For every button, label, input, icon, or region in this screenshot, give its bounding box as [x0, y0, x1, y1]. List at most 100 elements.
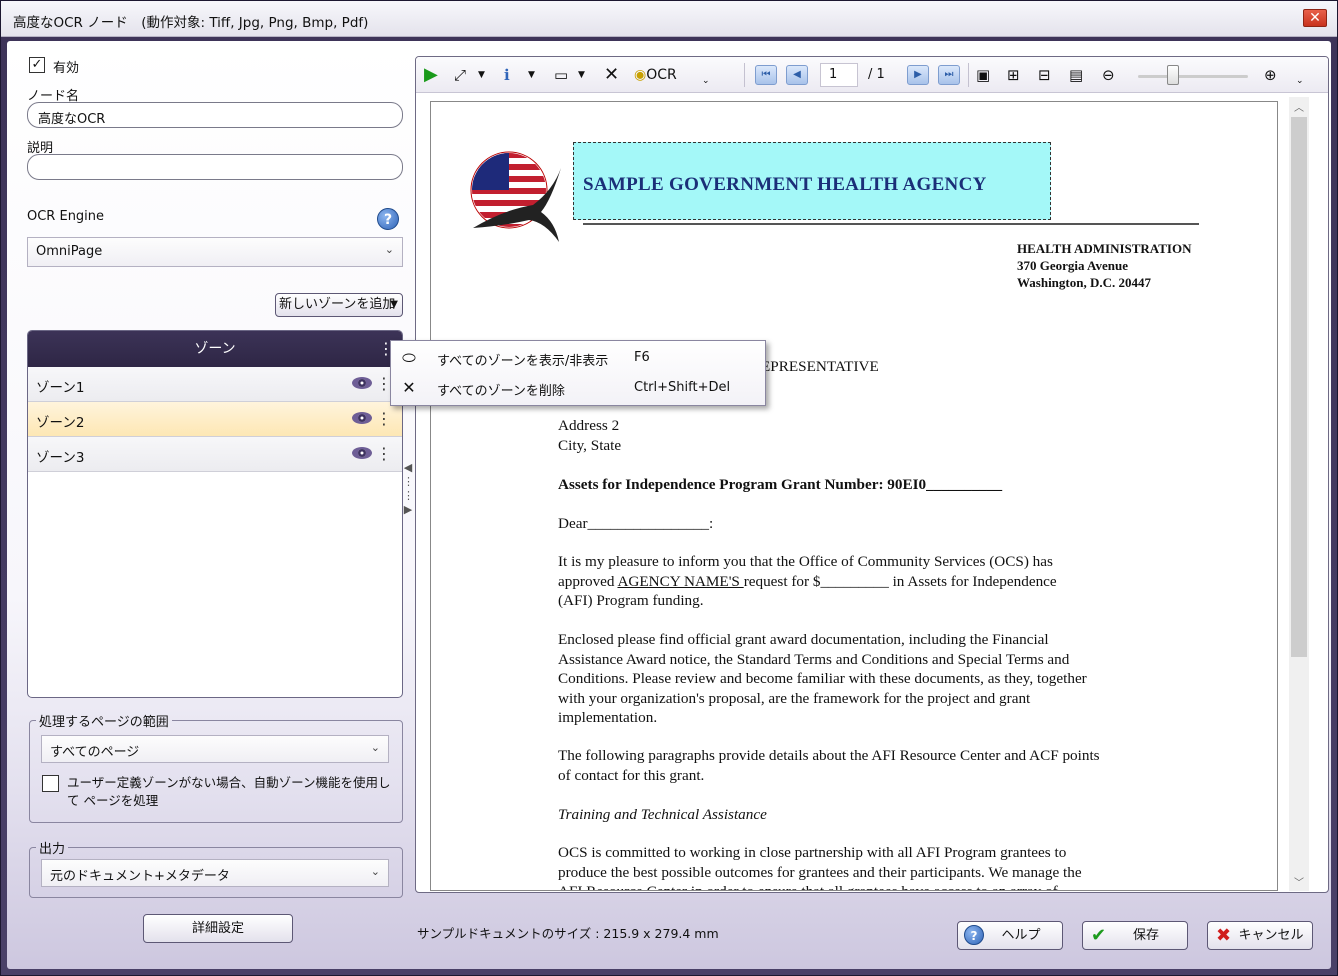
eye-icon[interactable] [352, 377, 372, 389]
scroll-up-icon[interactable]: ︿ [1289, 99, 1309, 114]
info-icon[interactable]: ℹ [504, 65, 510, 85]
actual-size-icon[interactable]: ▤ [1069, 65, 1083, 85]
menu-item-shortcut: Ctrl+Shift+Del [634, 380, 731, 395]
add-zone-button[interactable]: 新しいゾーンを追加 ▼ [275, 293, 403, 317]
zone-row-1[interactable]: ゾーン1 ⋮ [28, 367, 402, 402]
output-value: 元のドキュメント+メタデータ [50, 869, 230, 884]
zoom-in-icon[interactable]: ⊕ [1264, 65, 1277, 85]
splitter-handle[interactable]: ◀ ⋮ ⋮ ▶ [403, 461, 414, 541]
check-icon: ✔ [1091, 925, 1107, 946]
output-select[interactable]: 元のドキュメント+メタデータ ⌄ [41, 859, 389, 887]
dropdown-arrow-icon[interactable]: ▼ [528, 65, 535, 85]
address-line: Washington, D.C. 20447 [1017, 275, 1151, 290]
close-button[interactable]: ✕ [1303, 9, 1327, 27]
title-bar: 高度なOCR ノード (動作対象: Tiff, Jpg, Png, Bmp, P… [1, 1, 1337, 37]
cancel-label: キャンセル [1238, 928, 1304, 943]
viewer-toolbar: ▶ ⤢ ▼ ℹ ▼ ▭ ▼ ✕ ◉OCR ⌄ ⏮ ◀ 1 / 1 ▶ ⏭ ▣ ⊞ [416, 57, 1328, 93]
fit-width-icon[interactable]: ⊟ [1038, 65, 1051, 85]
ocr-button[interactable]: ◉OCR [634, 65, 677, 85]
zoom-out-icon[interactable]: ⊖ [1102, 65, 1115, 85]
prev-page-icon[interactable]: ◀ [786, 65, 808, 85]
enabled-checkbox[interactable]: ✓ [29, 57, 45, 73]
page-range-legend: 処理するページの範囲 [39, 715, 169, 730]
zone-label: ゾーン3 [36, 450, 85, 466]
doc-text: City, State [558, 437, 622, 454]
close-icon[interactable]: ✕ [604, 65, 619, 85]
dropdown-arrow-icon: ▼ [390, 299, 398, 310]
menu-item-label: すべてのゾーンを削除 [437, 384, 565, 399]
header-rule [583, 223, 1199, 225]
agency-title: SAMPLE GOVERNMENT HEALTH AGENCY [583, 174, 987, 195]
document-page[interactable]: SAMPLE GOVERNMENT HEALTH AGENCY HEALTH A… [430, 101, 1278, 891]
eye-icon[interactable] [352, 412, 372, 424]
toolbar-separator [744, 63, 745, 87]
first-page-icon[interactable]: ⏮ [755, 65, 777, 85]
fit-page-icon[interactable]: ⊞ [1007, 65, 1020, 85]
auto-zone-checkbox[interactable] [42, 775, 59, 792]
kebab-menu-icon[interactable]: ⋮ [376, 444, 392, 463]
help-button[interactable]: ? ヘルプ [957, 921, 1063, 950]
play-icon[interactable]: ▶ [424, 65, 438, 85]
zoom-slider-thumb[interactable] [1167, 65, 1180, 85]
close-icon: ✖ [1216, 925, 1232, 946]
save-button[interactable]: ✔ 保存 [1082, 921, 1188, 950]
overflow-icon[interactable]: ⌄ [702, 71, 710, 91]
ocr-engine-value: OmniPage [36, 244, 103, 259]
page-range-select[interactable]: すべてのページ ⌄ [41, 735, 389, 763]
doc-line: AFI Resource Center in order to ensure t… [558, 882, 1198, 890]
page-number-input[interactable]: 1 [820, 63, 858, 87]
doc-text: AGENCY NAME'S [617, 572, 744, 590]
menu-item-delete-zones[interactable]: ✕ すべてのゾーンを削除 Ctrl+Shift+Del [391, 373, 765, 403]
next-page-icon[interactable]: ▶ [907, 65, 929, 85]
zone-label: ゾーン2 [36, 415, 85, 431]
dropdown-arrow-icon[interactable]: ▼ [578, 65, 585, 85]
description-input[interactable] [27, 154, 403, 180]
dropdown-arrow-icon[interactable]: ▼ [478, 65, 485, 85]
kebab-menu-icon[interactable]: ⋮ [376, 409, 392, 428]
add-zone-label: 新しいゾーンを追加 [279, 297, 396, 312]
node-name-input[interactable]: 高度なOCR [27, 102, 403, 128]
help-icon[interactable]: ? [377, 208, 399, 230]
zone-row-3[interactable]: ゾーン3 ⋮ [28, 437, 402, 472]
ocr-label: OCR [646, 67, 677, 83]
image-icon[interactable]: ▣ [976, 65, 990, 85]
close-icon: ✕ [402, 378, 416, 397]
overflow-icon[interactable]: ⌄ [1296, 71, 1304, 91]
address-line: 370 Georgia Avenue [1017, 258, 1128, 273]
window-title: 高度なOCR ノード (動作対象: Tiff, Jpg, Png, Bmp, P… [13, 15, 369, 31]
enabled-label: 有効 [53, 61, 80, 76]
scroll-down-icon[interactable]: ﹀ [1289, 874, 1309, 889]
page-icon[interactable]: ▭ [554, 65, 568, 85]
zone-context-menu: ⬭ すべてのゾーンを表示/非表示 F6 ✕ すべてのゾーンを削除 Ctrl+Sh… [390, 340, 766, 406]
vertical-scrollbar[interactable]: ︿ ﹀ [1289, 97, 1309, 891]
doc-line: OCS is committed to working in close par… [558, 844, 1067, 861]
help-icon: ? [964, 925, 984, 945]
doc-line: of contact for this grant. [558, 766, 705, 784]
doc-text: approved [558, 572, 618, 590]
scrollbar-thumb[interactable] [1291, 117, 1307, 657]
zone-label: ゾーン1 [36, 380, 85, 396]
ocr-engine-select[interactable]: OmniPage ⌄ [27, 237, 403, 267]
zoom-slider-track[interactable] [1138, 75, 1248, 78]
zone-row-2[interactable]: ゾーン2 ⋮ [28, 402, 402, 437]
sample-size-text: サンプルドキュメントのサイズ : 215.9 x 279.4 mm [417, 926, 719, 941]
zone-header: ゾーン ⋮ [28, 331, 402, 367]
menu-item-toggle-zones[interactable]: ⬭ すべてのゾーンを表示/非表示 F6 [391, 343, 765, 373]
fit-icon[interactable]: ⤢ [454, 65, 466, 85]
ocr-icon: ◉ [634, 67, 647, 83]
doc-paragraph: OCS is committed to working in close par… [558, 843, 1198, 890]
doc-text: Dear________________: [558, 515, 714, 532]
advanced-settings-button[interactable]: 詳細設定 [143, 914, 293, 943]
menu-item-label: すべてのゾーンを表示/非表示 [437, 354, 609, 369]
cancel-button[interactable]: ✖ キャンセル [1207, 921, 1313, 950]
last-page-icon[interactable]: ⏭ [938, 65, 960, 85]
doc-heading: Training and Technical Assistance [558, 806, 767, 823]
address-block: HEALTH ADMINISTRATION 370 Georgia Avenue… [1017, 240, 1191, 291]
doc-paragraph: Enclosed please find official grant awar… [558, 630, 1198, 728]
doc-line: produce the best possible outcomes for g… [558, 863, 1082, 881]
doc-line: with your organization's proposal, are t… [558, 689, 1031, 707]
ellipse-icon: ⬭ [402, 348, 416, 367]
doc-text: Assets for Independence Program Grant Nu… [558, 476, 1003, 493]
doc-line: implementation. [558, 709, 658, 726]
eye-icon[interactable] [352, 447, 372, 459]
